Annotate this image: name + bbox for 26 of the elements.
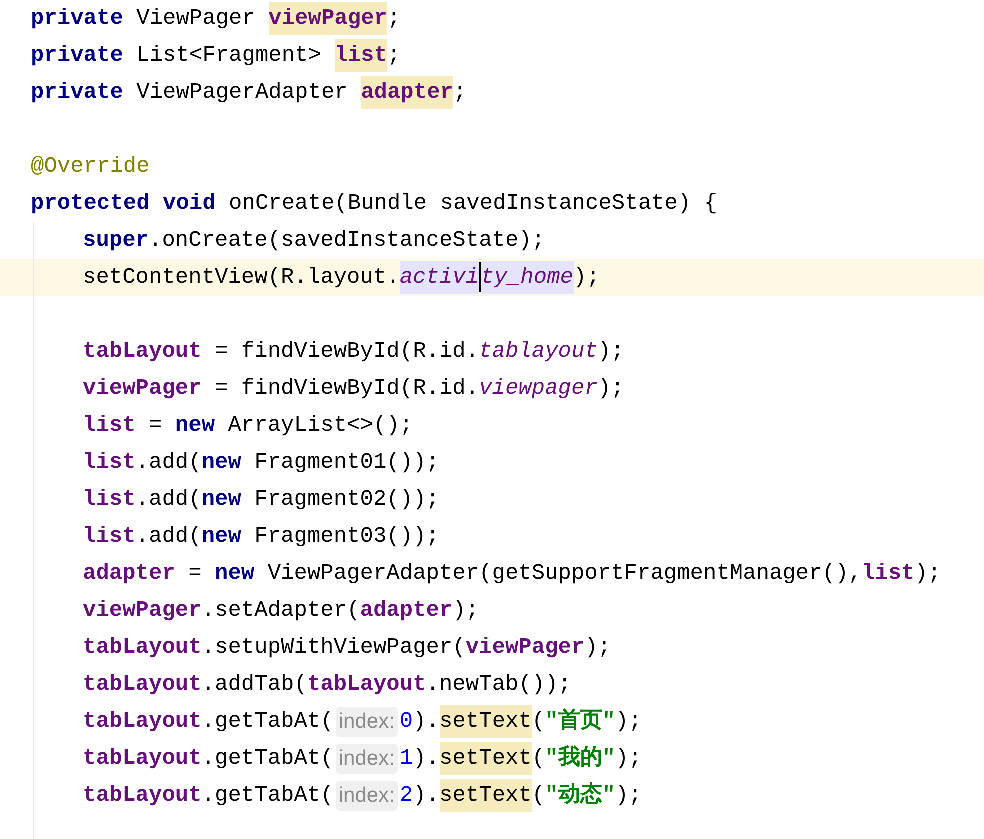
code-text: protected void onCreate(Bundle savedInstanceState) { [31, 190, 718, 218]
code-text: @Override [31, 153, 150, 181]
code-text: list.add(new Fragment02()); [83, 486, 440, 514]
code-text: tabLayout.setupWithViewPager(viewPager); [83, 634, 612, 662]
code-text: super.onCreate(savedInstanceState); [83, 227, 546, 255]
code-text: 2).setText("动态"); [400, 779, 642, 812]
parameter-hint: index: [336, 706, 398, 736]
code-text: private ViewPagerAdapter adapter; [31, 76, 467, 109]
parameter-hint: index: [336, 744, 398, 774]
parameter-hint: index: [336, 780, 398, 810]
code-text: 1).setText("我的"); [400, 742, 642, 775]
code-text: 0).setText("首页"); [400, 705, 642, 738]
code-text: tabLayout.addTab(tabLayout.newTab()); [83, 671, 572, 699]
code-text: adapter = new ViewPagerAdapter(getSupportFragmentManager(),list); [83, 560, 942, 588]
code-text: list.add(new Fragment01()); [83, 449, 440, 477]
code-text: list = new ArrayList<>(); [83, 412, 414, 440]
code-text: private List<Fragment> list; [31, 39, 401, 72]
code-text: viewPager = findViewById(R.id.viewpager); [83, 375, 624, 403]
code-text: tabLayout.getTabAt( [83, 782, 334, 810]
code-text: tabLayout = findViewById(R.id.tablayout); [83, 338, 624, 366]
code-text: tabLayout.getTabAt( [83, 745, 334, 773]
code-text: list.add(new Fragment03()); [83, 523, 440, 551]
code-text: setContentView(R.layout.activi ty_home); [83, 261, 600, 294]
code-text: tabLayout.getTabAt( [83, 708, 334, 736]
code-text: private ViewPager viewPager; [31, 2, 401, 35]
code-text: viewPager.setAdapter(adapter); [83, 597, 480, 625]
